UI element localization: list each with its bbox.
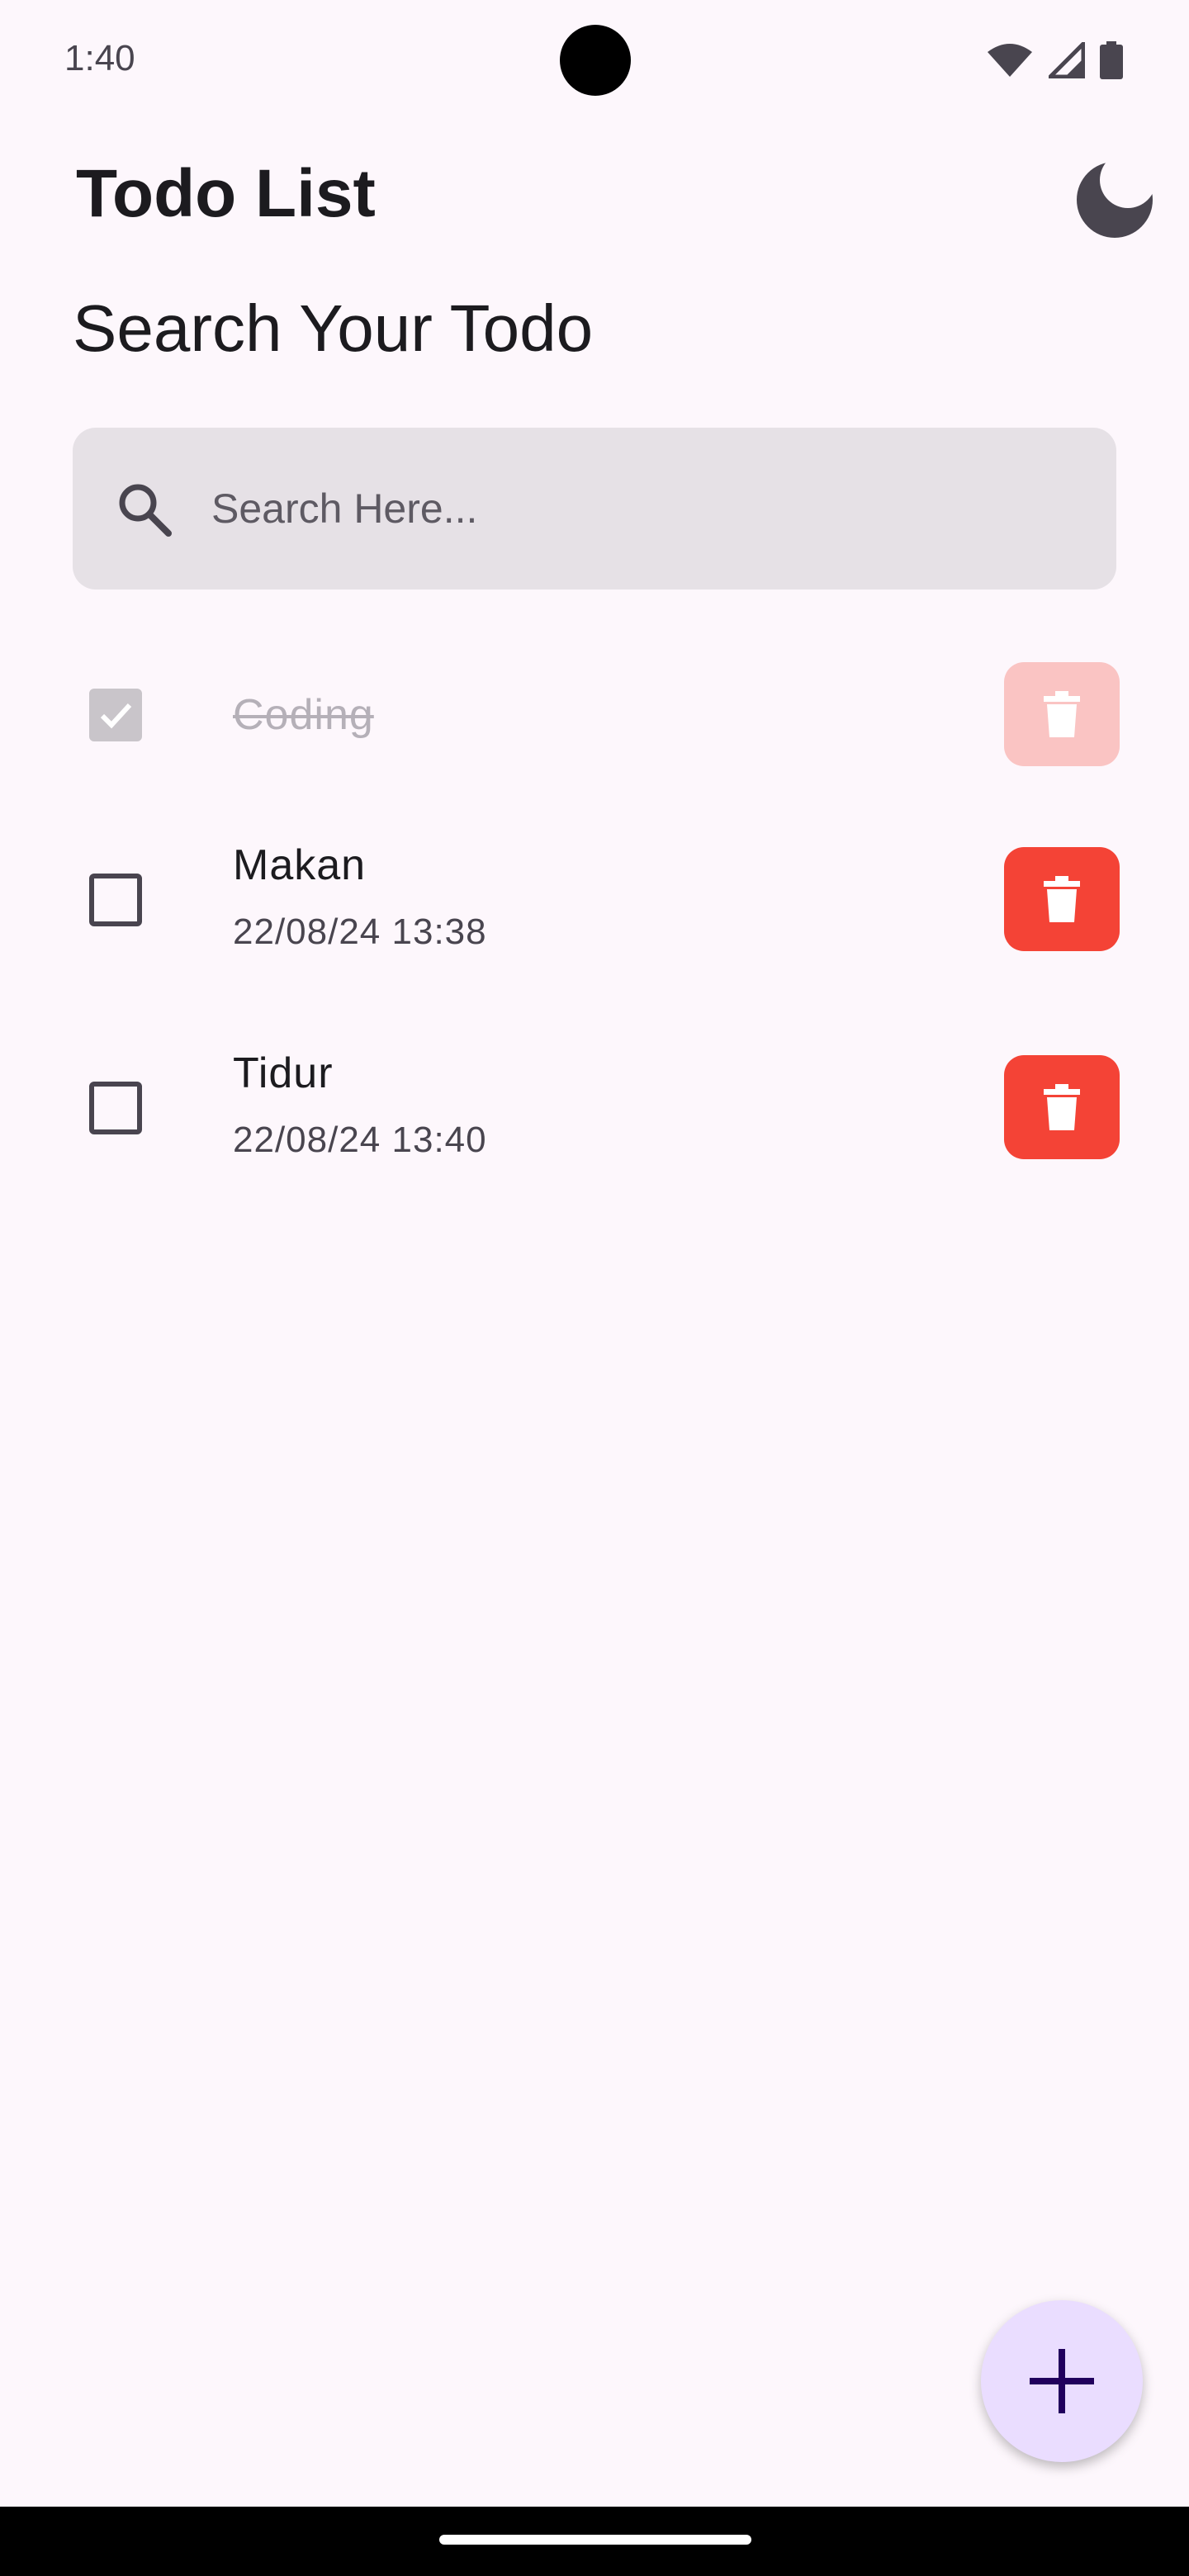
- trash-icon: [1044, 691, 1080, 737]
- todo-item-tidur: Tidur 22/08/24 13:40: [0, 1025, 1189, 1191]
- search-bar[interactable]: [73, 428, 1116, 590]
- search-input[interactable]: [211, 461, 1087, 556]
- todo-checkbox[interactable]: [89, 689, 142, 741]
- todo-checkbox[interactable]: [89, 874, 142, 926]
- check-icon: [100, 703, 132, 729]
- todo-date: 22/08/24 13:40: [233, 1120, 487, 1160]
- camera-cutout: [560, 25, 631, 96]
- moon-icon: [1077, 162, 1153, 238]
- wifi-icon: [988, 44, 1032, 77]
- home-indicator[interactable]: [439, 2535, 751, 2545]
- delete-button[interactable]: [1004, 662, 1120, 766]
- todo-item-makan: Makan 22/08/24 13:38: [0, 817, 1189, 983]
- theme-toggle-button[interactable]: [1073, 157, 1156, 239]
- todo-item-coding: Coding: [0, 632, 1189, 798]
- todo-title: Makan: [233, 841, 367, 889]
- trash-icon: [1044, 1084, 1080, 1130]
- delete-button[interactable]: [1004, 847, 1120, 951]
- todo-checkbox[interactable]: [89, 1082, 142, 1134]
- plus-icon: [1030, 2349, 1094, 2413]
- delete-button[interactable]: [1004, 1055, 1120, 1159]
- trash-icon: [1044, 876, 1080, 922]
- status-icons: [986, 41, 1123, 79]
- todo-title: Tidur: [233, 1049, 334, 1097]
- add-todo-button[interactable]: [981, 2300, 1143, 2462]
- search-icon: [119, 484, 172, 537]
- app-screen: 1:40 Todo List Search Your Todo Search H…: [0, 0, 1189, 2576]
- signal-icon: [1049, 42, 1085, 78]
- status-time: 1:40: [64, 38, 135, 78]
- todo-title: Coding: [233, 691, 374, 739]
- app-title: Todo List: [76, 156, 376, 231]
- todo-date: 22/08/24 13:38: [233, 912, 487, 952]
- search-heading: Search Your Todo: [73, 291, 594, 365]
- battery-icon: [1100, 41, 1123, 79]
